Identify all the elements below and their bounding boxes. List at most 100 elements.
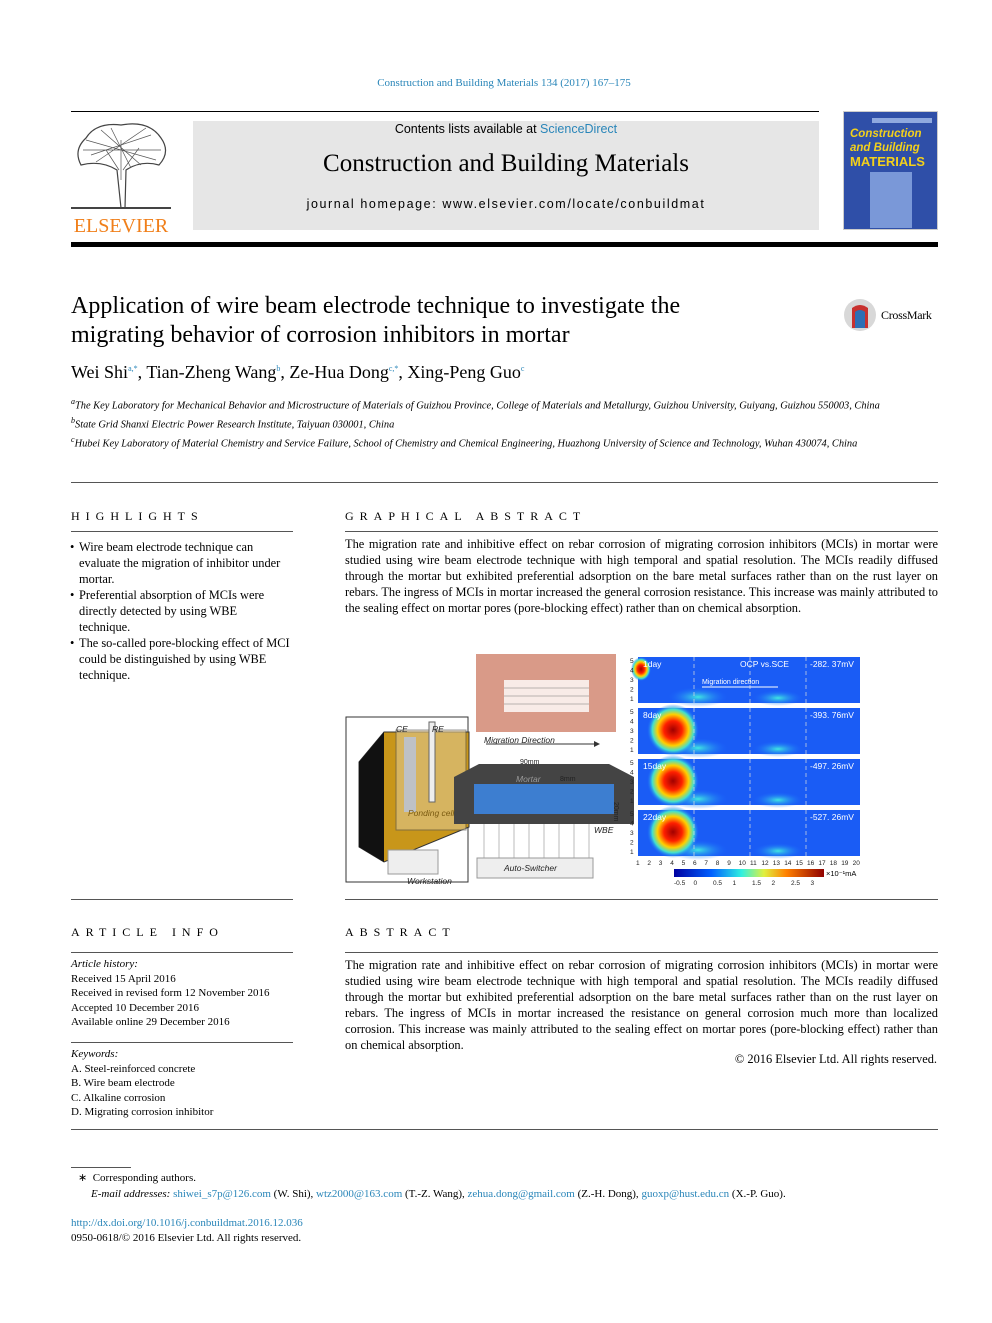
title-line-1: Application of wire beam electrode techn…: [71, 293, 681, 319]
panel-day-label: 1day: [643, 659, 662, 669]
author: Tian-Zheng Wangb,: [146, 362, 290, 382]
y-tick-label: 1: [630, 798, 634, 805]
wbe-label: WBE: [594, 825, 614, 835]
y-tick-label: 3: [630, 677, 634, 684]
panel-day-label: 22day: [643, 812, 667, 822]
y-tick-label: 2: [630, 687, 634, 694]
x-tick-label: 20: [853, 860, 861, 867]
crossmark-icon: [844, 299, 876, 331]
author: Xing-Peng Guoc: [407, 362, 525, 382]
colorbar-tick-label: 2.5: [791, 880, 800, 887]
affiliation: aThe Key Laboratory for Mechanical Behav…: [71, 397, 880, 412]
length-label: 90mm: [520, 759, 540, 766]
y-tick-label: 1: [630, 696, 634, 703]
depth-label: 8mm: [560, 776, 576, 783]
elsevier-wordmark: ELSEVIER: [73, 215, 169, 237]
crossmark-button[interactable]: CrossMark: [843, 298, 932, 332]
y-tick-label: 5: [630, 760, 634, 767]
article-title: Application of wire beam electrode techn…: [71, 292, 680, 350]
email-link[interactable]: guoxp@hust.edu.cn: [641, 1188, 729, 1200]
highlight-item: The so-called pore-blocking effect of MC…: [70, 635, 291, 683]
email-link[interactable]: zehua.dong@gmail.com: [468, 1188, 575, 1200]
panel-day-label: 15day: [643, 761, 667, 771]
x-tick-label: 5: [682, 860, 686, 867]
workstation-label: Workstation: [407, 876, 452, 886]
panel-potential-label: -282. 37mV: [810, 659, 854, 669]
ce-label: CE: [396, 724, 408, 734]
keyword: A. Steel-reinforced concrete: [71, 1062, 196, 1075]
migration-direction-label: Migration Direction: [484, 735, 555, 745]
height-label: 20mm: [612, 802, 619, 822]
authors: Wei Shia,*, Tian-Zheng Wangb, Ze-Hua Don…: [71, 362, 524, 383]
journal-header-box: Contents lists available at ScienceDirec…: [193, 121, 819, 230]
heatmap-panel: 15day -497. 26mV 5 4 3 2 1: [630, 755, 860, 809]
y-tick-label: 2: [630, 840, 634, 847]
keyword: B. Wire beam electrode: [71, 1077, 175, 1089]
auto-switcher-label: Auto-Switcher: [503, 863, 558, 873]
x-tick-label: 4: [670, 860, 674, 867]
x-tick-label: 16: [807, 860, 815, 867]
y-tick-label: 2: [630, 789, 634, 796]
x-tick-label: 12: [761, 860, 769, 867]
y-tick-label: 5: [630, 658, 634, 665]
panel-day-label: 8day: [643, 710, 662, 720]
affiliation: bState Grid Shanxi Electric Power Resear…: [71, 415, 395, 431]
cover-title-2: and Building: [850, 142, 920, 154]
colorbar-tick-label: 0: [694, 880, 698, 887]
x-tick-label: 10: [739, 860, 747, 867]
mortar-label: Mortar: [516, 774, 542, 784]
y-tick-label: 1: [630, 747, 634, 754]
ponding-cell-label: Ponding cell: [408, 808, 455, 818]
doi-link[interactable]: http://dx.doi.org/10.1016/j.conbuildmat.…: [71, 1216, 303, 1231]
sciencedirect-link[interactable]: ScienceDirect: [540, 122, 617, 136]
colorbar: [674, 869, 824, 877]
y-tick-label: 4: [630, 719, 634, 726]
y-tick-label: 3: [630, 830, 634, 837]
panel-potential-label: -527. 26mV: [810, 812, 854, 822]
heatmap-panel: 22day -527. 26mV 5 4 3 2 1: [630, 806, 860, 860]
abstract-heading: ABSTRACT: [345, 925, 456, 939]
abstract-copyright: © 2016 Elsevier Ltd. All rights reserved…: [734, 1052, 937, 1066]
journal-reference-link[interactable]: Construction and Building Materials 134 …: [377, 77, 631, 89]
y-tick-label: 3: [630, 728, 634, 735]
colorbar-tick-label: 0.5: [713, 880, 722, 887]
keywords: Keywords: A. Steel-reinforced concrete B…: [71, 1048, 214, 1118]
x-tick-label: 2: [647, 860, 651, 867]
y-tick-label: 4: [630, 668, 634, 675]
x-tick-label: 1: [636, 860, 640, 867]
x-tick-label: 14: [784, 860, 792, 867]
affiliations: aThe Key Laboratory for Mechanical Behav…: [71, 395, 938, 452]
colorbar-tick-label: -0.5: [674, 880, 686, 887]
x-tick-label: 15: [796, 860, 804, 867]
y-tick-label: 5: [630, 709, 634, 716]
y-tick-label: 3: [630, 779, 634, 786]
paper-page: Construction and Building Materials 134 …: [0, 0, 992, 1323]
author: Wei Shia,*,: [71, 362, 147, 382]
keyword: C. Alkaline corrosion: [71, 1091, 166, 1104]
article-history: Article history: Received 15 April 2016 …: [71, 958, 270, 1028]
re-label: RE: [432, 724, 444, 734]
colorbar-tick-label: 1: [733, 880, 737, 887]
x-tick-label: 18: [830, 860, 838, 867]
email-link[interactable]: shiwei_s7p@126.com: [173, 1188, 271, 1200]
x-tick-label: 7: [704, 860, 708, 867]
y-tick-label: 1: [630, 849, 634, 856]
y-tick-label: 5: [630, 811, 634, 818]
y-tick-label: 4: [630, 770, 634, 777]
highlights-list: Wire beam electrode technique can evalua…: [70, 539, 291, 683]
journal-cover: Construction and Building MATERIALS: [843, 111, 938, 230]
x-tick-label: 17: [818, 860, 826, 867]
panel-potential-label: -497. 26mV: [810, 761, 854, 771]
highlights-heading: HIGHLIGHTS: [71, 509, 204, 523]
ocp-label: OCP vs.SCE: [740, 659, 789, 669]
abstract-text: The migration rate and inhibitive effect…: [345, 958, 938, 1052]
keyword: D. Migrating corrosion inhibitor: [71, 1106, 214, 1118]
colorbar-tick-label: 1.5: [752, 880, 761, 887]
x-tick-label: 9: [727, 860, 731, 867]
cover-title-3: MATERIALS: [850, 154, 925, 169]
journal-homepage[interactable]: journal homepage: www.elsevier.com/locat…: [193, 197, 819, 211]
colorbar-tick-label: 2: [772, 880, 776, 887]
colorbar-unit: ×10⁻¹mA: [826, 869, 856, 878]
email-link[interactable]: wtz2000@163.com: [316, 1188, 402, 1200]
x-tick-label: 19: [841, 860, 849, 867]
